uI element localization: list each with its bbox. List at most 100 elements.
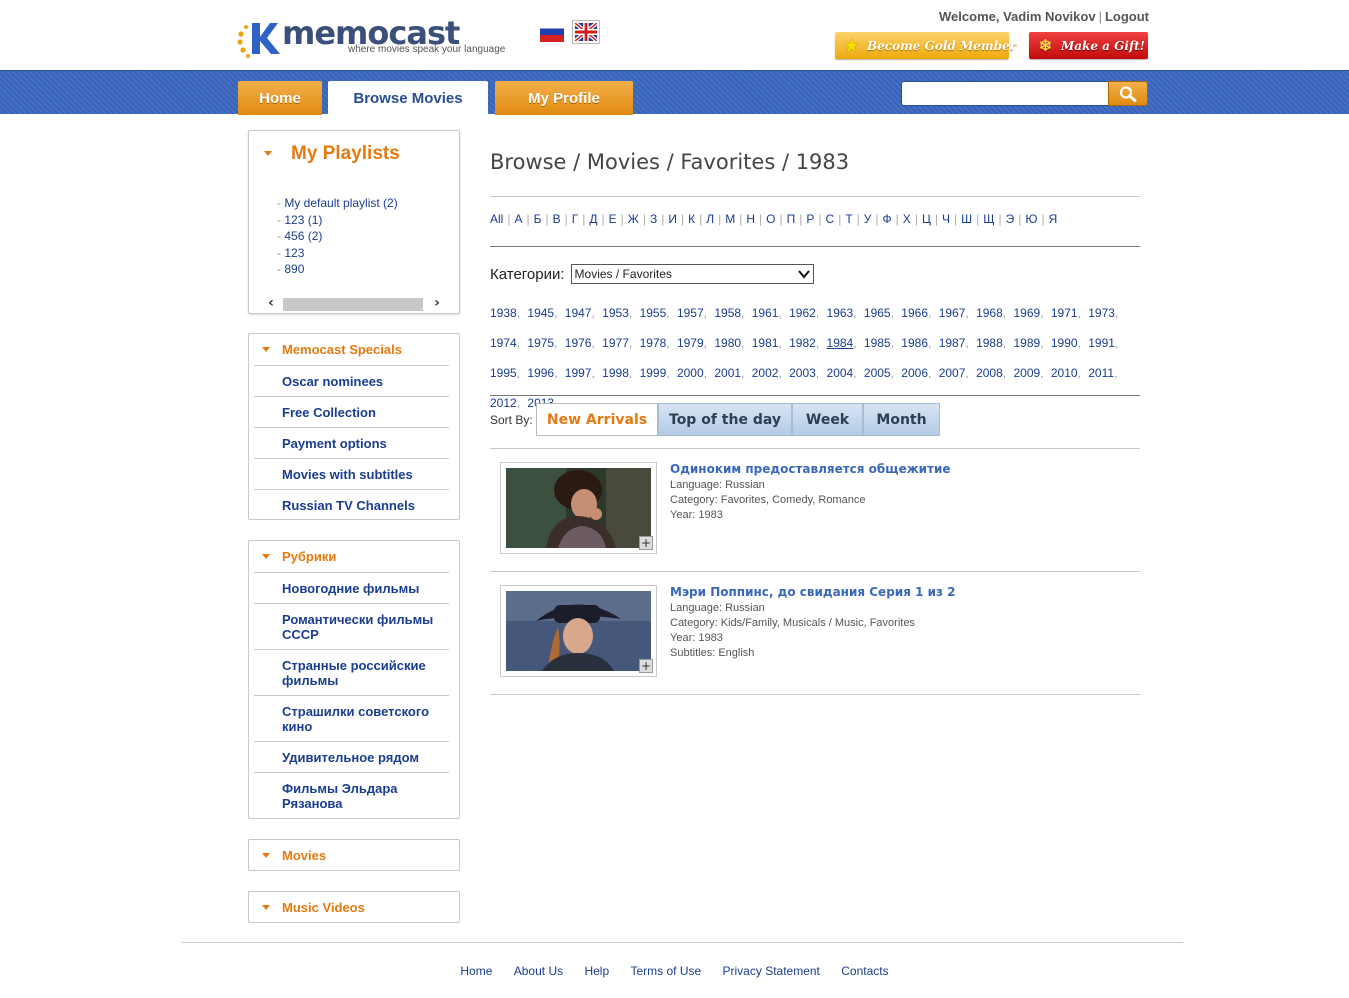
add-to-playlist-icon[interactable]: + bbox=[639, 536, 653, 550]
alpha-letter-link[interactable]: В bbox=[553, 212, 561, 226]
year-link[interactable]: 1971 bbox=[1051, 306, 1078, 320]
year-link[interactable]: 2002 bbox=[752, 366, 779, 380]
footer-link-help[interactable]: Help bbox=[584, 964, 609, 978]
memocast-logo[interactable]: memocast where movies speak your languag… bbox=[236, 14, 516, 60]
alpha-letter-link[interactable]: Р bbox=[806, 212, 814, 226]
year-link[interactable]: 2009 bbox=[1013, 366, 1040, 380]
alpha-letter-link[interactable]: Ж bbox=[628, 212, 639, 226]
alpha-letter-link[interactable]: М bbox=[725, 212, 735, 226]
year-link[interactable]: 2001 bbox=[714, 366, 741, 380]
add-to-playlist-icon[interactable]: + bbox=[639, 659, 653, 673]
playlist-item[interactable]: 456 (2) bbox=[277, 228, 398, 245]
sort-tab-new-arrivals[interactable]: New Arrivals bbox=[536, 403, 658, 436]
year-link[interactable]: 1938 bbox=[490, 306, 517, 320]
become-gold-member-button[interactable]: ★ Become Gold Member bbox=[835, 32, 1016, 59]
sort-tab-top-of-the-day[interactable]: Top of the day bbox=[658, 403, 792, 436]
year-link[interactable]: 1963 bbox=[827, 306, 854, 320]
year-link[interactable]: 1958 bbox=[714, 306, 741, 320]
year-link[interactable]: 1973 bbox=[1088, 306, 1115, 320]
rubric-item[interactable]: Страшилки советского кино bbox=[254, 695, 449, 741]
alpha-letter-link[interactable]: Д bbox=[589, 212, 597, 226]
year-link[interactable]: 1947 bbox=[565, 306, 592, 320]
sort-tab-week[interactable]: Week bbox=[792, 403, 863, 436]
year-link[interactable]: 1968 bbox=[976, 306, 1003, 320]
memocast-specials-header[interactable]: Memocast Specials bbox=[249, 334, 459, 365]
alpha-letter-link[interactable]: Т bbox=[845, 212, 852, 226]
year-link[interactable]: 2010 bbox=[1051, 366, 1078, 380]
scrollbar-thumb[interactable] bbox=[283, 298, 423, 311]
year-link[interactable]: 2008 bbox=[976, 366, 1003, 380]
alpha-letter-link[interactable]: Я bbox=[1049, 212, 1058, 226]
specials-item-free-collection[interactable]: Free Collection bbox=[254, 396, 449, 427]
sort-tab-month[interactable]: Month bbox=[863, 403, 940, 436]
year-link[interactable]: 1995 bbox=[490, 366, 517, 380]
tab-browse-movies[interactable]: Browse Movies bbox=[328, 81, 488, 115]
year-link[interactable]: 1997 bbox=[565, 366, 592, 380]
rubric-item[interactable]: Странные российские фильмы bbox=[254, 649, 449, 695]
rubric-item[interactable]: Удивительное рядом bbox=[254, 741, 449, 772]
year-link[interactable]: 1975 bbox=[527, 336, 554, 350]
year-link[interactable]: 1987 bbox=[939, 336, 966, 350]
movie-title-link[interactable]: Одиноким предоставляется общежитие bbox=[670, 462, 951, 476]
footer-link-home[interactable]: Home bbox=[460, 964, 492, 978]
footer-link-contacts[interactable]: Contacts bbox=[841, 964, 888, 978]
footer-link-privacy[interactable]: Privacy Statement bbox=[723, 964, 820, 978]
alpha-letter-link[interactable]: Ч bbox=[942, 212, 950, 226]
alpha-letter-link[interactable]: А bbox=[514, 212, 522, 226]
year-link[interactable]: 2007 bbox=[939, 366, 966, 380]
year-link[interactable]: 1978 bbox=[640, 336, 667, 350]
year-link[interactable]: 1967 bbox=[939, 306, 966, 320]
year-link[interactable]: 1965 bbox=[864, 306, 891, 320]
alpha-letter-link[interactable]: И bbox=[668, 212, 677, 226]
year-link[interactable]: 2005 bbox=[864, 366, 891, 380]
logout-link[interactable]: Logout bbox=[1105, 9, 1149, 24]
search-button[interactable] bbox=[1108, 81, 1148, 106]
alpha-letter-link[interactable]: All bbox=[490, 212, 503, 226]
playlist-item[interactable]: 890 bbox=[277, 261, 398, 278]
year-link[interactable]: 1996 bbox=[527, 366, 554, 380]
year-link[interactable]: 1955 bbox=[640, 306, 667, 320]
specials-item-oscar-nominees[interactable]: Oscar nominees bbox=[254, 365, 449, 396]
specials-item-russian-tv-channels[interactable]: Russian TV Channels bbox=[254, 489, 449, 520]
alpha-letter-link[interactable]: П bbox=[787, 212, 796, 226]
year-link[interactable]: 1962 bbox=[789, 306, 816, 320]
tab-home[interactable]: Home bbox=[238, 81, 322, 115]
rubrics-header[interactable]: Рубрики bbox=[249, 541, 459, 572]
footer-link-about-us[interactable]: About Us bbox=[514, 964, 563, 978]
year-link[interactable]: 1957 bbox=[677, 306, 704, 320]
alpha-letter-link[interactable]: Ф bbox=[883, 212, 892, 226]
year-link[interactable]: 1989 bbox=[1013, 336, 1040, 350]
alpha-letter-link[interactable]: Э bbox=[1006, 212, 1015, 226]
playlist-scrollbar[interactable]: ‹ › bbox=[257, 296, 451, 312]
year-link[interactable]: 1982 bbox=[789, 336, 816, 350]
alpha-letter-link[interactable]: Н bbox=[746, 212, 755, 226]
alpha-letter-link[interactable]: Ц bbox=[922, 212, 931, 226]
year-link[interactable]: 1990 bbox=[1051, 336, 1078, 350]
year-link[interactable]: 1991 bbox=[1088, 336, 1115, 350]
alpha-letter-link[interactable]: Б bbox=[534, 212, 542, 226]
year-link[interactable]: 1988 bbox=[976, 336, 1003, 350]
music-videos-header[interactable]: Music Videos bbox=[249, 892, 459, 923]
year-link[interactable]: 1998 bbox=[602, 366, 629, 380]
alpha-letter-link[interactable]: Щ bbox=[983, 212, 994, 226]
footer-link-terms[interactable]: Terms of Use bbox=[630, 964, 701, 978]
year-link[interactable]: 1974 bbox=[490, 336, 517, 350]
alpha-letter-link[interactable]: Ю bbox=[1025, 212, 1037, 226]
scroll-right-icon[interactable]: › bbox=[427, 296, 447, 312]
alpha-letter-link[interactable]: Г bbox=[572, 212, 579, 226]
alpha-letter-link[interactable]: С bbox=[826, 212, 835, 226]
year-link[interactable]: 1969 bbox=[1013, 306, 1040, 320]
year-link[interactable]: 2004 bbox=[827, 366, 854, 380]
specials-item-payment-options[interactable]: Payment options bbox=[254, 427, 449, 458]
alpha-letter-link[interactable]: У bbox=[864, 212, 872, 226]
year-link[interactable]: 1961 bbox=[752, 306, 779, 320]
alpha-letter-link[interactable]: Ш bbox=[961, 212, 972, 226]
year-link[interactable]: 1979 bbox=[677, 336, 704, 350]
year-link[interactable]: 1999 bbox=[640, 366, 667, 380]
year-link[interactable]: 2012 bbox=[490, 396, 517, 410]
year-link[interactable]: 1981 bbox=[752, 336, 779, 350]
year-link[interactable]: 1966 bbox=[901, 306, 928, 320]
year-link[interactable]: 1986 bbox=[901, 336, 928, 350]
year-link[interactable]: 2000 bbox=[677, 366, 704, 380]
year-link[interactable]: 1980 bbox=[714, 336, 741, 350]
